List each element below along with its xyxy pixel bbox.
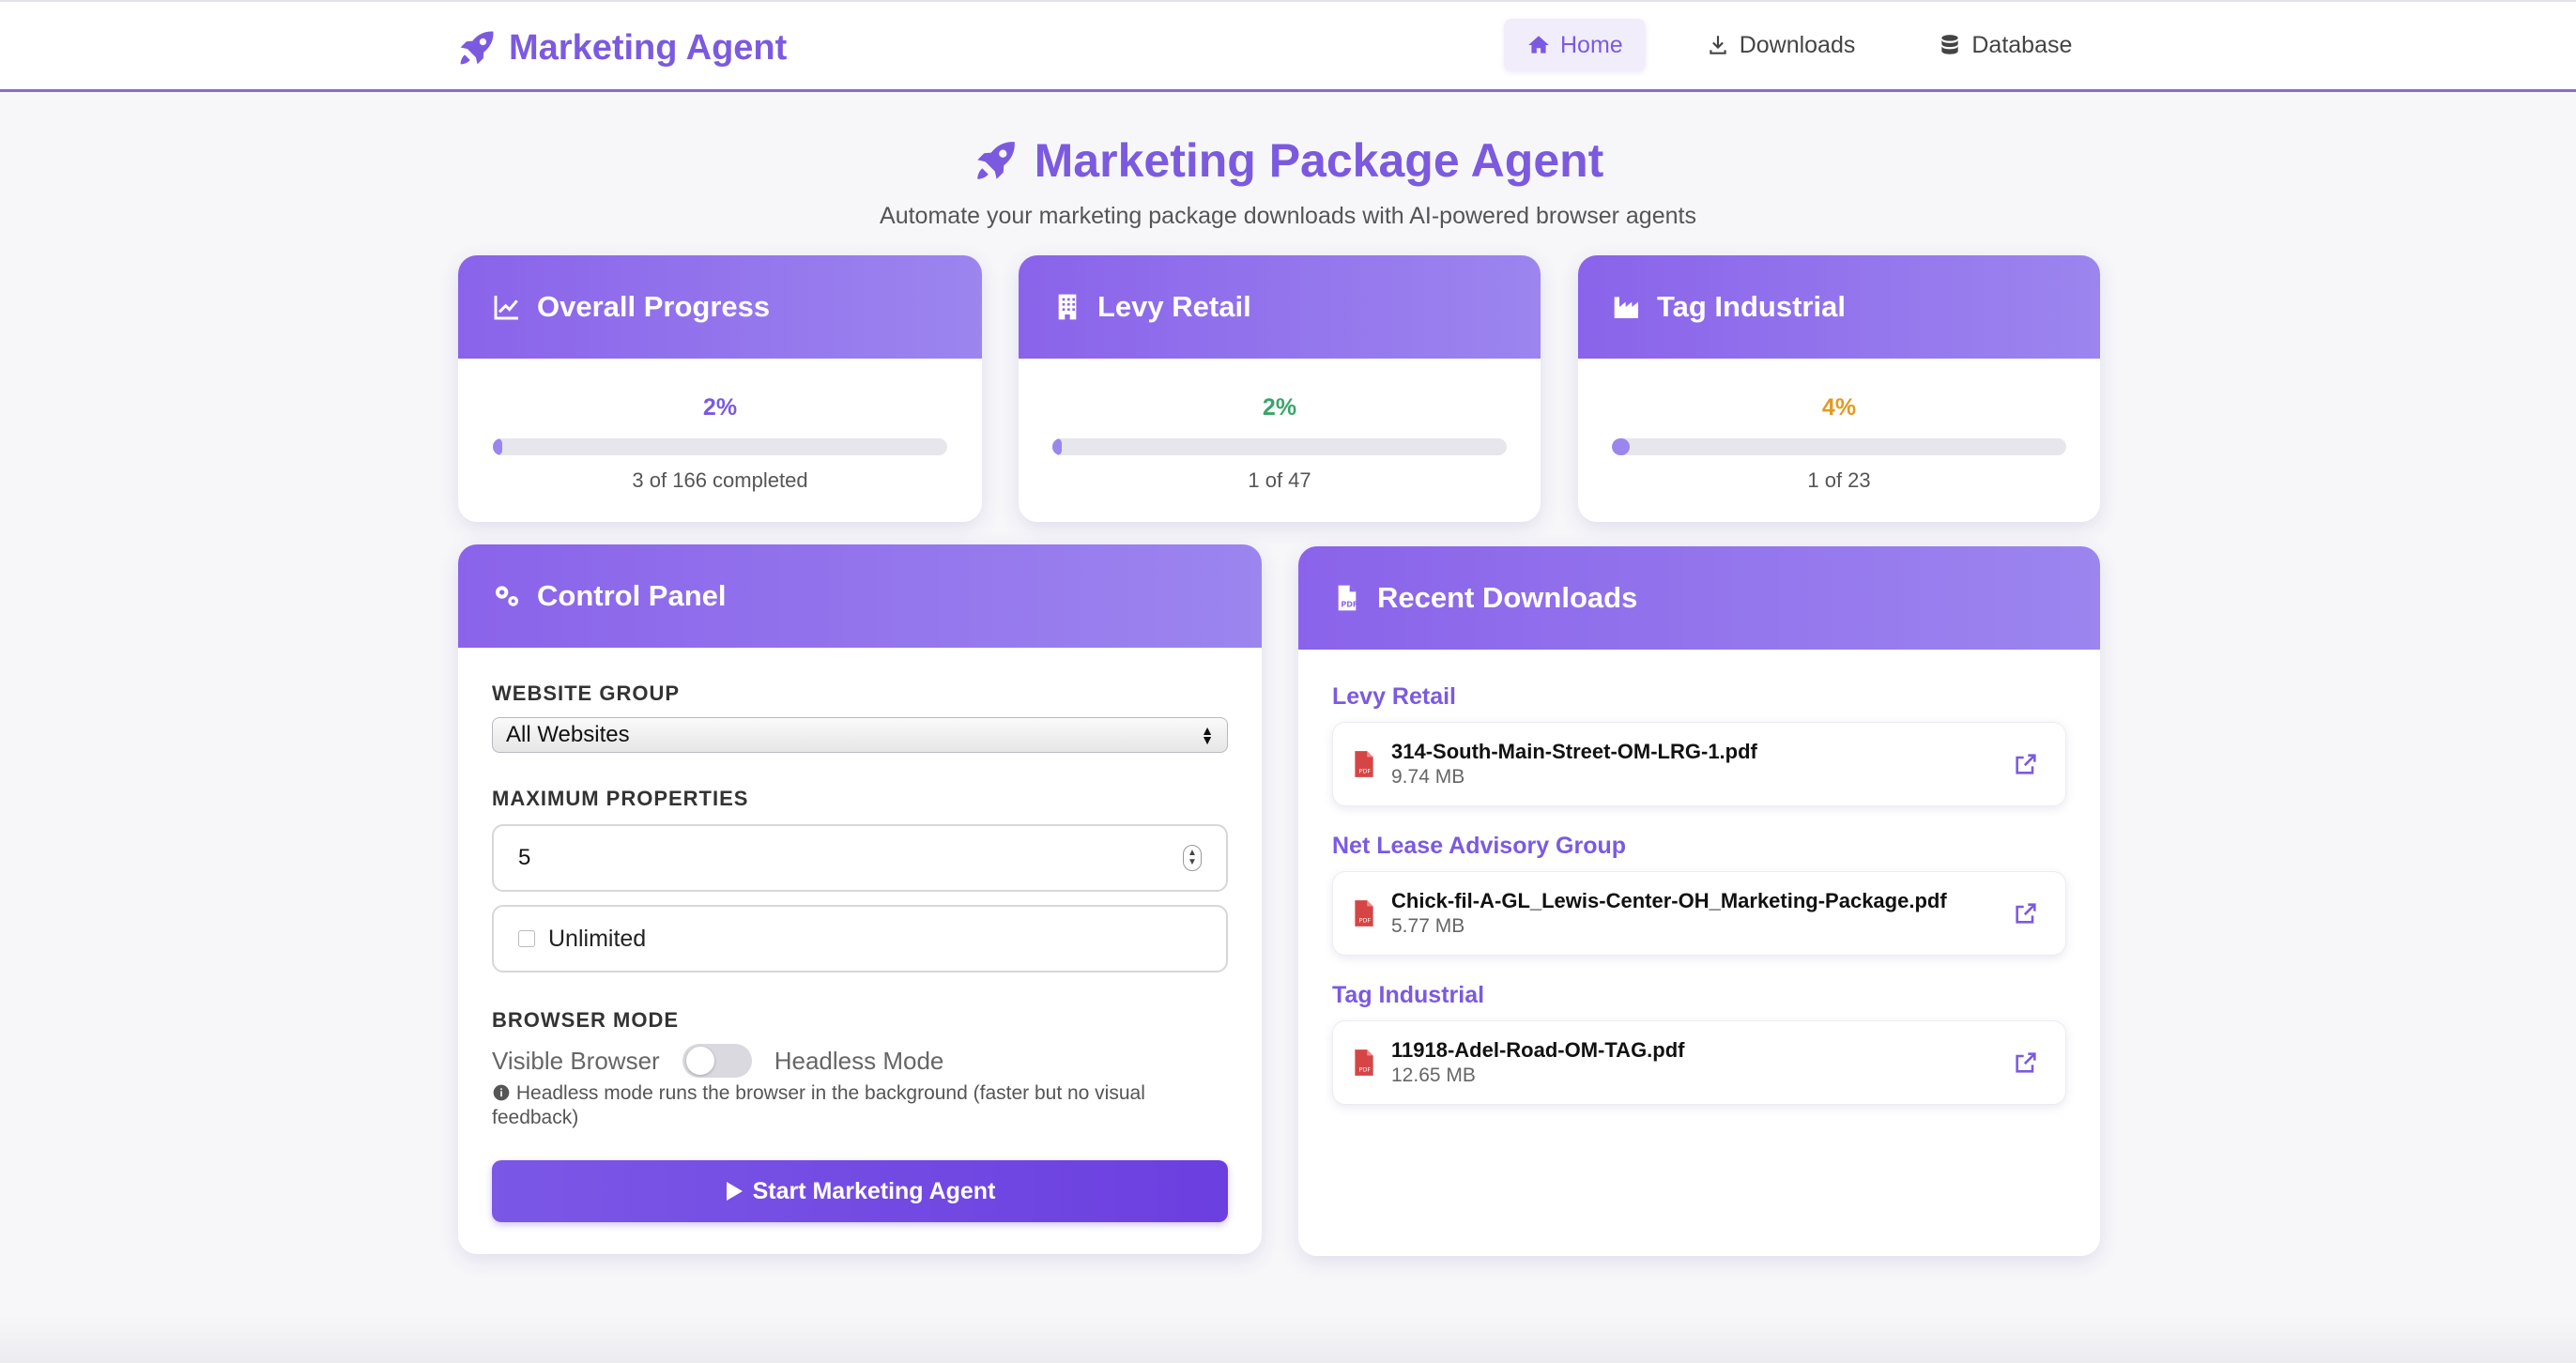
download-group-title: Net Lease Advisory Group (1332, 833, 1627, 859)
recent-downloads-header: PDF Recent Downloads (1298, 546, 2100, 650)
nav-downloads[interactable]: Downloads (1683, 19, 1878, 71)
website-group-select[interactable]: All Websites ▲ ▼ (492, 717, 1228, 753)
progress-fill (1612, 438, 1630, 455)
page-title-text: Marketing Package Agent (1034, 134, 1604, 187)
brand[interactable]: Marketing Agent (456, 24, 787, 71)
control-panel: Control Panel WEBSITE GROUP All Websites… (458, 544, 1262, 1254)
brand-label: Marketing Agent (509, 27, 788, 68)
website-group-label: WEBSITE GROUP (492, 682, 681, 705)
external-link-icon[interactable] (2013, 1049, 2039, 1076)
progress-bar (1612, 438, 2066, 455)
browser-mode-row: Visible Browser Headless Mode (492, 1044, 1228, 1078)
building-icon (1058, 294, 1077, 320)
download-file-item[interactable]: PDF 314-South-Main-Street-OM-LRG-1.pdf 9… (1332, 722, 2066, 806)
control-panel-title: Control Panel (537, 579, 727, 612)
external-link-icon[interactable] (2013, 751, 2039, 777)
chart-line-icon (494, 296, 518, 320)
headless-mode-label: Headless Mode (774, 1046, 944, 1075)
svg-text:PDF: PDF (1359, 1066, 1372, 1074)
home-icon (1528, 36, 1549, 54)
gears-icon (496, 586, 518, 606)
progress-bar (493, 438, 947, 455)
nav-downloads-label: Downloads (1739, 31, 1856, 58)
file-size: 5.77 MB (1391, 915, 1465, 937)
svg-text:PDF: PDF (1341, 600, 1357, 608)
rocket-icon (976, 142, 1015, 179)
nav-database-label: Database (1971, 31, 2073, 58)
visible-browser-label: Visible Browser (492, 1046, 660, 1075)
stat-detail: 1 of 47 (1248, 468, 1311, 492)
database-icon (1941, 35, 1959, 54)
download-icon (1710, 36, 1726, 54)
industry-icon (1614, 297, 1638, 318)
max-properties-label: MAXIMUM PROPERTIES (492, 787, 749, 810)
nav-home[interactable]: Home (1504, 19, 1646, 71)
stat-percent: 2% (1262, 394, 1297, 421)
stat-percent: 2% (702, 394, 738, 421)
stat-card-overall: Overall Progress 2% 3 of 166 completed (458, 255, 982, 522)
unlimited-checkbox-row[interactable]: Unlimited (492, 905, 1228, 972)
unlimited-checkbox[interactable] (518, 930, 535, 947)
file-name: Chick-fil-A-GL_Lewis-Center-OH_Marketing… (1391, 889, 1947, 912)
start-agent-button[interactable]: Start Marketing Agent (492, 1160, 1228, 1222)
stat-detail: 1 of 23 (1807, 468, 1871, 492)
stat-card-header: Overall Progress (458, 255, 982, 359)
toggle-knob (685, 1047, 714, 1075)
nav-home-label: Home (1560, 31, 1623, 58)
website-group-value: All Websites (506, 722, 630, 747)
stat-card-header: Tag Industrial (1578, 255, 2100, 359)
stat-percent: 4% (1821, 394, 1857, 421)
number-spinner-icon[interactable]: ▲ ▼ (1183, 845, 1202, 871)
download-file-item[interactable]: PDF 11918-Adel-Road-OM-TAG.pdf 12.65 MB (1332, 1020, 2066, 1105)
recent-downloads-panel: PDF Recent Downloads Levy Retail PDF 314… (1298, 546, 2100, 1256)
file-pdf-icon: PDF (1355, 900, 1373, 927)
unlimited-label: Unlimited (548, 925, 647, 952)
max-properties-value: 5 (518, 845, 531, 870)
page-title: Marketing Package Agent (0, 133, 2576, 188)
rocket-icon (460, 31, 494, 65)
headless-toggle[interactable] (682, 1044, 752, 1078)
browser-mode-label: BROWSER MODE (492, 1008, 679, 1032)
file-pdf-icon: PDF (1338, 585, 1357, 611)
progress-fill (1052, 438, 1062, 455)
file-name: 11918-Adel-Road-OM-TAG.pdf (1391, 1038, 1685, 1062)
progress-fill (493, 438, 502, 455)
external-link-icon[interactable] (2013, 900, 2039, 927)
stat-card-title: Overall Progress (537, 290, 771, 323)
file-pdf-icon: PDF (1355, 1049, 1373, 1076)
max-properties-input[interactable]: 5 ▲ ▼ (492, 824, 1228, 892)
file-pdf-icon: PDF (1355, 751, 1373, 777)
control-panel-header: Control Panel (458, 544, 1262, 648)
navbar: Marketing Agent Home Downloads Database (0, 0, 2576, 92)
play-icon (726, 1182, 743, 1201)
download-group-title: Tag Industrial (1332, 982, 1485, 1008)
download-file-item[interactable]: PDF Chick-fil-A-GL_Lewis-Center-OH_Marke… (1332, 871, 2066, 956)
download-group-title: Levy Retail (1332, 683, 1457, 710)
stat-card-header: Levy Retail (1019, 255, 1541, 359)
file-size: 9.74 MB (1391, 766, 1465, 788)
progress-bar (1052, 438, 1507, 455)
recent-downloads-title: Recent Downloads (1377, 581, 1638, 614)
select-arrows-icon: ▲ ▼ (1201, 723, 1214, 747)
info-circle-icon (493, 1084, 510, 1101)
stat-detail: 3 of 166 completed (632, 468, 808, 492)
headless-note: Headless mode runs the browser in the ba… (492, 1081, 1228, 1130)
stat-card-levy-retail: Levy Retail 2% 1 of 47 (1019, 255, 1541, 522)
stat-card-title: Levy Retail (1097, 290, 1251, 323)
file-name: 314-South-Main-Street-OM-LRG-1.pdf (1391, 740, 1757, 763)
headless-note-text: Headless mode runs the browser in the ba… (492, 1082, 1145, 1128)
svg-text:PDF: PDF (1359, 917, 1372, 925)
svg-text:PDF: PDF (1359, 768, 1372, 775)
nav-links: Home Downloads Database (1504, 19, 2094, 71)
nav-database[interactable]: Database (1915, 19, 2094, 71)
page-subtitle: Automate your marketing package download… (880, 203, 1696, 229)
file-size: 12.65 MB (1391, 1064, 1476, 1086)
stat-card-tag-industrial: Tag Industrial 4% 1 of 23 (1578, 255, 2100, 522)
page-bottom-shade (0, 1314, 2576, 1363)
stat-card-title: Tag Industrial (1657, 290, 1846, 323)
start-agent-label: Start Marketing Agent (752, 1177, 996, 1204)
